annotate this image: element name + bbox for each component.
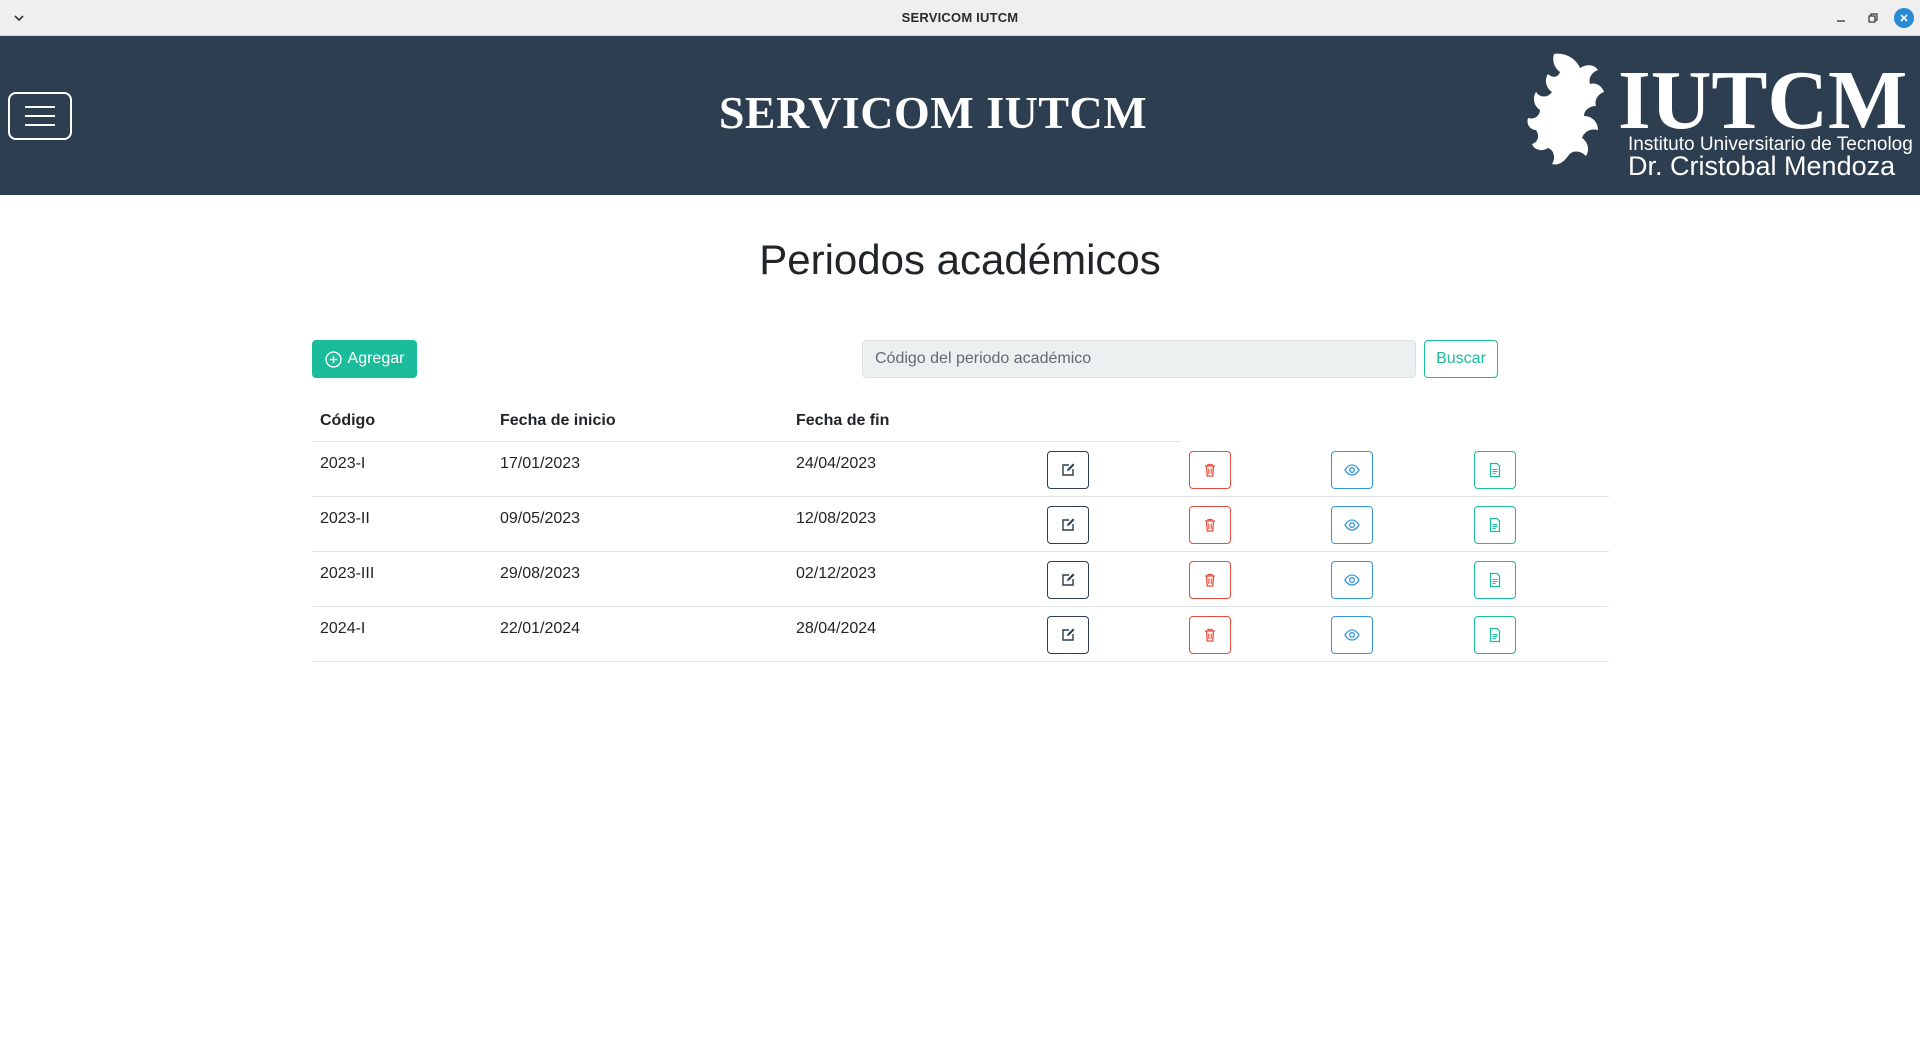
periods-table: Código Fecha de inicio Fecha de fin 2023… xyxy=(312,404,1609,662)
report-button[interactable] xyxy=(1474,561,1516,599)
document-icon xyxy=(1489,517,1501,533)
cell-start-date: 29/08/2023 xyxy=(500,565,581,582)
lion-emblem-icon xyxy=(1527,53,1604,165)
cell-code: 2023-II xyxy=(320,510,370,527)
delete-button[interactable] xyxy=(1189,561,1231,599)
add-button[interactable]: Agregar xyxy=(312,340,417,378)
delete-button[interactable] xyxy=(1189,506,1231,544)
cell-end-date: 28/04/2024 xyxy=(796,620,877,637)
table-row: 2023-III 29/08/2023 02/12/2023 xyxy=(312,552,1609,607)
minimize-icon xyxy=(1837,20,1845,22)
eye-icon xyxy=(1344,629,1360,641)
delete-button[interactable] xyxy=(1189,451,1231,489)
plus-circle-icon xyxy=(324,350,342,368)
view-button[interactable] xyxy=(1331,506,1373,544)
eye-icon xyxy=(1344,519,1360,531)
cell-start-date: 22/01/2024 xyxy=(500,620,581,637)
cell-end-date: 02/12/2023 xyxy=(796,565,877,582)
document-icon xyxy=(1489,462,1501,478)
column-header-end: Fecha de fin xyxy=(796,412,890,429)
trash-icon xyxy=(1205,628,1215,642)
cell-start-date: 17/01/2023 xyxy=(500,455,581,472)
trash-icon xyxy=(1205,463,1215,477)
document-icon xyxy=(1489,572,1501,588)
view-button[interactable] xyxy=(1331,616,1373,654)
cell-code: 2024-I xyxy=(320,620,366,637)
view-button[interactable] xyxy=(1331,561,1373,599)
search-button[interactable]: Buscar xyxy=(1424,340,1498,378)
page-title: Periodos académicos xyxy=(759,236,1161,283)
eye-icon xyxy=(1344,574,1360,586)
delete-button[interactable] xyxy=(1189,616,1231,654)
window-title: SERVICOM IUTCM xyxy=(901,10,1019,25)
iutcm-logo: IUTCM Instituto Universitario de Tecnolo… xyxy=(1527,53,1914,180)
eye-icon xyxy=(1344,464,1360,476)
report-button[interactable] xyxy=(1474,506,1516,544)
trash-icon xyxy=(1205,573,1215,587)
edit-button[interactable] xyxy=(1047,561,1089,599)
table-row: 2024-I 22/01/2024 28/04/2024 xyxy=(312,607,1609,662)
column-header-start: Fecha de inicio xyxy=(500,412,616,429)
edit-icon xyxy=(1062,463,1075,476)
restore-button[interactable] xyxy=(1864,9,1882,27)
close-icon xyxy=(1900,14,1908,22)
table-header: Código Fecha de inicio Fecha de fin xyxy=(312,404,1609,442)
document-icon xyxy=(1489,627,1501,643)
report-button[interactable] xyxy=(1474,616,1516,654)
search-input[interactable] xyxy=(862,340,1416,378)
cell-start-date: 09/05/2023 xyxy=(500,510,581,527)
edit-button[interactable] xyxy=(1047,616,1089,654)
view-button[interactable] xyxy=(1331,451,1373,489)
add-button-label: Agregar xyxy=(347,350,405,367)
cell-code: 2023-III xyxy=(320,565,375,582)
window-titlebar: SERVICOM IUTCM xyxy=(0,0,1920,36)
column-header-code: Código xyxy=(320,412,376,429)
logo-line2: Dr. Cristobal Mendoza xyxy=(1628,151,1896,180)
trash-icon xyxy=(1205,518,1215,532)
edit-icon xyxy=(1062,628,1075,641)
edit-button[interactable] xyxy=(1047,451,1089,489)
edit-button[interactable] xyxy=(1047,506,1089,544)
close-window-button[interactable] xyxy=(1894,8,1914,28)
cell-end-date: 12/08/2023 xyxy=(796,510,877,527)
minimize-button[interactable] xyxy=(1832,9,1850,27)
cell-end-date: 24/04/2023 xyxy=(796,455,877,472)
cell-code: 2023-I xyxy=(320,455,366,472)
app-header: SERVICOM IUTCM IUTCM Instituto Universit… xyxy=(0,36,1920,195)
edit-icon xyxy=(1062,573,1075,586)
restore-icon xyxy=(1868,13,1878,23)
table-row: 2023-II 09/05/2023 12/08/2023 xyxy=(312,497,1609,552)
edit-icon xyxy=(1062,518,1075,531)
report-button[interactable] xyxy=(1474,451,1516,489)
table-row: 2023-I 17/01/2023 24/04/2023 xyxy=(312,442,1609,497)
